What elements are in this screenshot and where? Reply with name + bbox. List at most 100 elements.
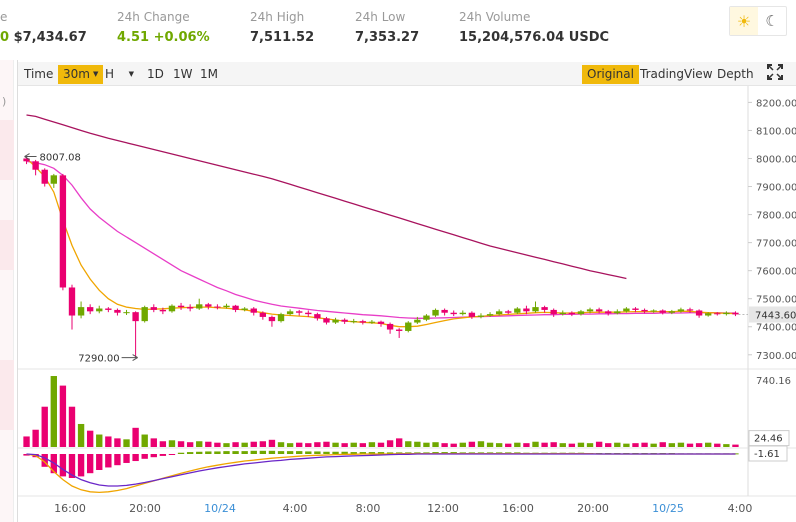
candle-body (468, 312, 476, 317)
kline-chart-panel: Time 30m ▼ H ▼ 1D 1W 1M Original TradingVi… (17, 60, 796, 522)
hour-dropdown[interactable]: H ▼ (100, 65, 136, 84)
volume-bar (350, 442, 357, 447)
candle-body (32, 161, 39, 170)
sun-icon[interactable]: ☀ (730, 7, 758, 35)
volume-bar (686, 443, 694, 447)
macd-histogram-bar (159, 454, 167, 456)
macd-histogram-bar (268, 450, 276, 454)
candle-body (632, 308, 639, 310)
candle-body (605, 311, 612, 314)
volume-bar (268, 439, 276, 447)
candle-body (441, 309, 448, 313)
volume-bar (623, 443, 630, 447)
volume-bar (359, 443, 367, 447)
candle-body (532, 307, 539, 312)
orderbook-edge: ) (0, 60, 14, 522)
volume-bar (177, 441, 185, 447)
candle-body (523, 308, 530, 312)
volume-bar (523, 443, 530, 447)
candle-body (505, 311, 512, 313)
macd-histogram-bar (186, 452, 194, 454)
macd-histogram-bar (141, 454, 148, 459)
tab-original[interactable]: Original (582, 65, 639, 84)
volume-bar (341, 443, 348, 447)
tab-tradingview[interactable]: TradingView (635, 65, 718, 84)
candle-body (150, 307, 157, 310)
macd-histogram-bar (114, 454, 121, 466)
candle-body (495, 311, 503, 315)
interval-1w-button[interactable]: 1W (168, 65, 198, 84)
stat-label: 24h Change (117, 10, 190, 24)
stat-value: 7,353.27 (355, 30, 420, 45)
macd-histogram-bar (277, 451, 285, 454)
candle-body (368, 321, 376, 323)
stat-24h-low: 24h Low 7,353.27 (355, 10, 419, 45)
price-tick-label: 8000.00 (756, 154, 796, 165)
volume-bar (23, 436, 30, 447)
candle-body (232, 305, 239, 310)
volume-bar (323, 441, 330, 447)
price-tick-label: 7500.00 (756, 295, 796, 306)
time-axis-label: 4:00 (283, 502, 308, 515)
candle-body (123, 312, 130, 314)
volume-bar (150, 438, 157, 447)
volume-bar (41, 406, 48, 447)
volume-bar (314, 442, 321, 447)
candle-body (132, 312, 139, 322)
macd-histogram-bar (205, 451, 212, 454)
volume-bar (123, 439, 130, 447)
sell-depth-band (0, 220, 14, 270)
volume-bar (459, 442, 466, 447)
tab-depth[interactable]: Depth (712, 65, 759, 84)
time-button[interactable]: Time (19, 65, 58, 84)
volume-bar (96, 434, 103, 447)
macd-histogram-bar (59, 454, 67, 477)
volume-bar (605, 443, 612, 447)
volume-bar (668, 443, 676, 447)
macd-histogram-bar (105, 454, 112, 468)
time-axis-label: 10/25 (652, 502, 684, 515)
price-tick-label: 7400.00 (756, 323, 796, 334)
candle-body (714, 313, 721, 315)
candle (59, 173, 67, 291)
candle-body (568, 312, 576, 315)
macd-histogram-bar (259, 450, 267, 454)
price-tick-label: 7900.00 (756, 183, 796, 194)
candle-body (732, 312, 739, 315)
price-tick-label: 7300.00 (756, 351, 796, 362)
candle-body (459, 312, 466, 315)
interval-dropdown[interactable]: 30m ▼ (58, 65, 104, 84)
candle-body (550, 309, 557, 315)
stat-label: 24h High (250, 10, 305, 24)
macd-histogram-bar (96, 454, 103, 470)
volume-bar (286, 443, 294, 447)
volume-bar (659, 442, 666, 447)
chart-canvas[interactable]: 8200.00 8100.00 8000.00 7900.00 7800.00 7700.… (18, 86, 796, 522)
volume-bar (732, 444, 739, 447)
interval-1d-button[interactable]: 1D (142, 65, 169, 84)
volume-bar (577, 442, 585, 447)
macd-histogram-bar (132, 454, 139, 462)
candle-body (314, 314, 321, 319)
volume-bar (395, 438, 403, 447)
macd-histogram-bar (168, 454, 176, 455)
volume-bar (59, 385, 67, 447)
candle-body (41, 169, 48, 184)
volume-bar (423, 442, 430, 447)
interval-1m-button[interactable]: 1M (195, 65, 223, 84)
chart-toolbar: Time 30m ▼ H ▼ 1D 1W 1M Original TradingVi… (18, 62, 796, 86)
volume-bar (568, 443, 576, 447)
sell-depth-band (0, 360, 14, 430)
moon-icon[interactable]: ☾ (758, 7, 786, 35)
time-axis-label: 20:00 (577, 502, 609, 515)
macd-histogram-bar (196, 451, 203, 454)
candle-body (77, 307, 85, 316)
last-price-usd: $7,434.67 (13, 30, 87, 45)
stat-value: 15,204,576.04 USDC (459, 30, 610, 45)
fullscreen-icon[interactable] (762, 64, 788, 83)
volume-bar (532, 441, 539, 447)
caret-down-icon: ▼ (128, 70, 134, 78)
candle-body (277, 314, 285, 322)
price-tick-label: 7700.00 (756, 239, 796, 250)
theme-toggle[interactable]: ☀ ☾ (729, 6, 787, 36)
